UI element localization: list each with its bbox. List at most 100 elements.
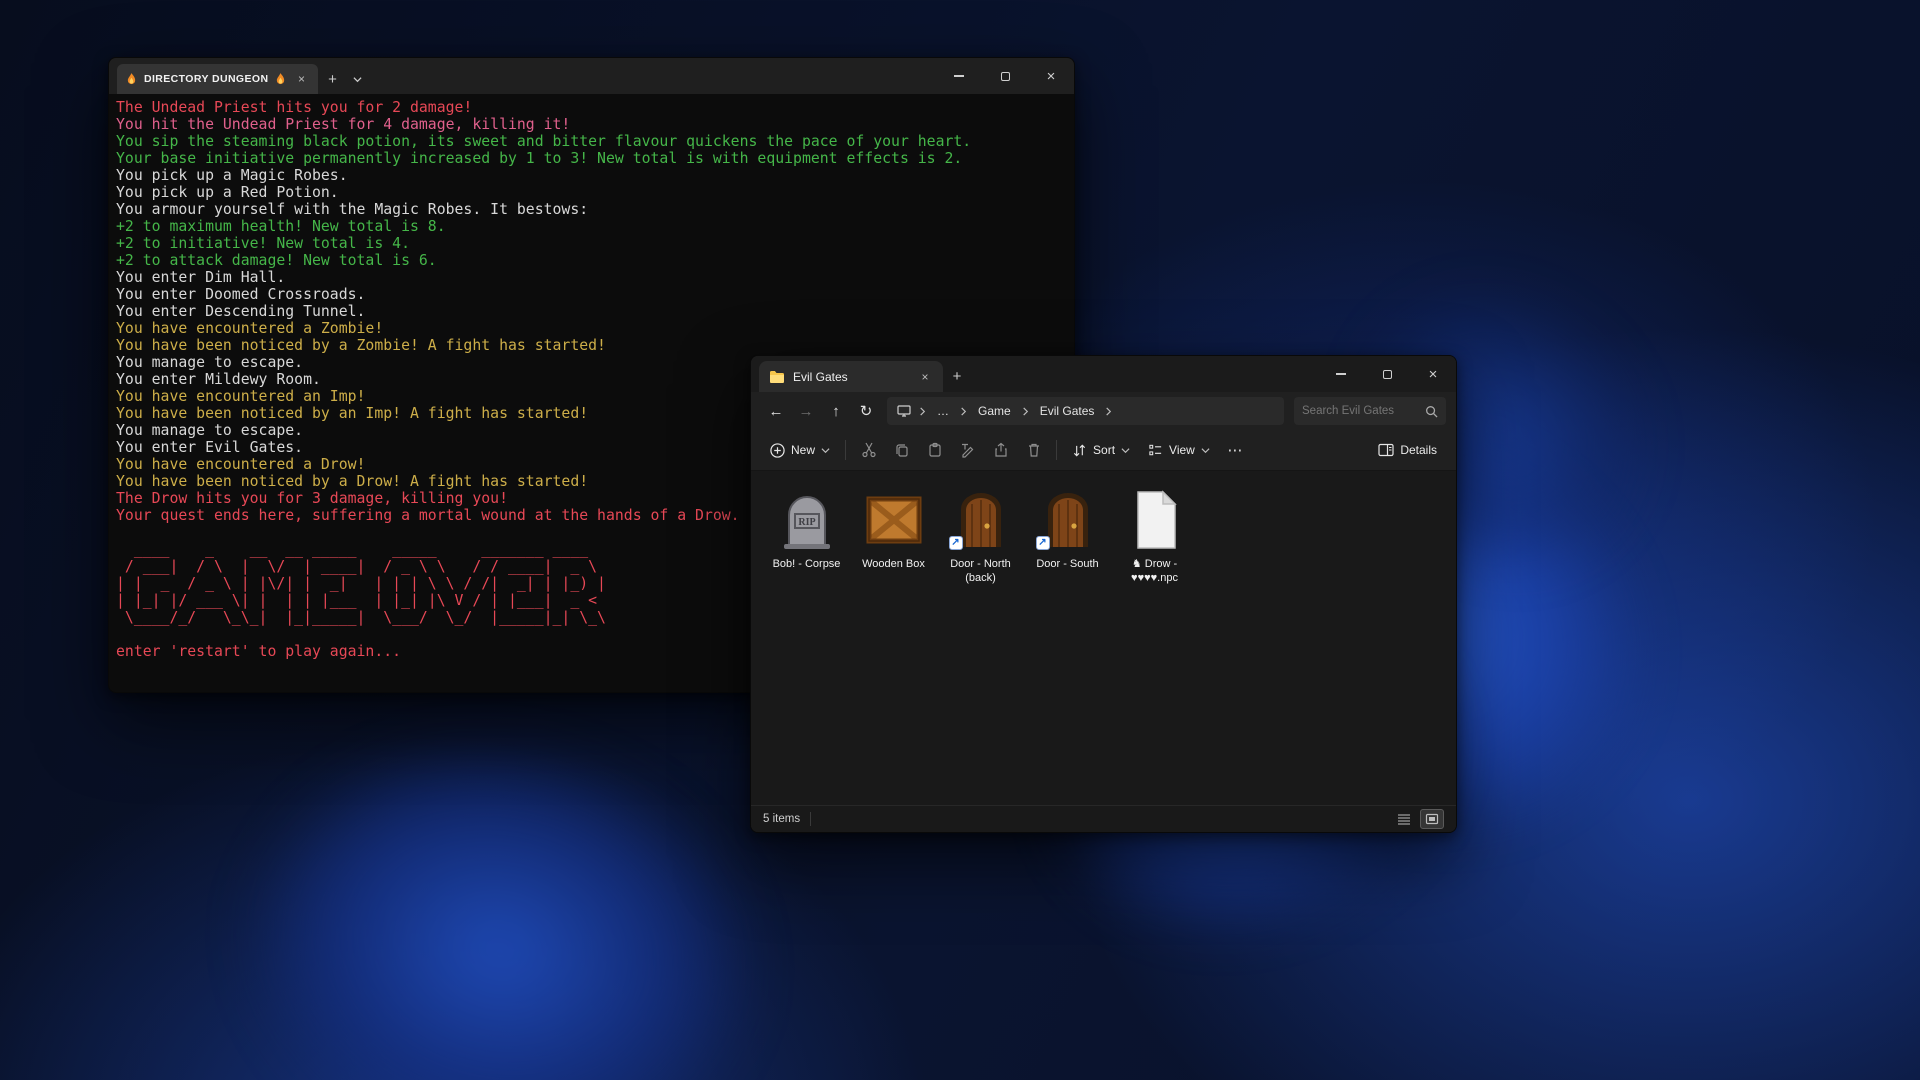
terminal-log-line: +2 to attack damage! New total is 6.: [116, 252, 1068, 269]
large-icons-view-icon: [1425, 813, 1439, 825]
this-pc-icon: [897, 405, 911, 417]
flame-icon: [275, 73, 286, 86]
refresh-button[interactable]: ↻: [851, 397, 881, 425]
explorer-tab-title: Evil Gates: [793, 370, 909, 384]
maximize-button[interactable]: [1364, 356, 1410, 392]
details-button[interactable]: Details: [1369, 437, 1446, 463]
terminal-log-line: +2 to maximum health! New total is 8.: [116, 218, 1068, 235]
terminal-log-line: You enter Dim Hall.: [116, 269, 1068, 286]
paste-button[interactable]: [918, 435, 951, 465]
crate-icon: [862, 488, 926, 552]
shortcut-arrow-icon: ↗: [1036, 536, 1050, 550]
chevron-down-icon: [1121, 446, 1130, 455]
terminal-tab[interactable]: DIRECTORY DUNGEON ×: [117, 64, 318, 94]
details-view-toggle[interactable]: [1392, 809, 1416, 829]
terminal-titlebar[interactable]: DIRECTORY DUNGEON × + ×: [109, 58, 1074, 94]
trash-icon: [1026, 442, 1042, 458]
file-icon: [1123, 488, 1187, 552]
cut-icon: [861, 442, 877, 458]
explorer-tab[interactable]: Evil Gates ×: [759, 361, 943, 392]
delete-button[interactable]: [1017, 435, 1050, 465]
rename-icon: [960, 442, 976, 458]
terminal-log-line: Your base initiative permanently increas…: [116, 150, 1068, 167]
file-item[interactable]: RIP Bob! - Corpse: [763, 481, 850, 591]
tombstone-icon: RIP: [775, 488, 839, 552]
cut-button[interactable]: [852, 435, 885, 465]
file-item-label: Door - North (back): [939, 557, 1022, 586]
explorer-navbar: ← → ↑ ↻ … Game Evil Gates: [751, 392, 1456, 430]
breadcrumb-overflow[interactable]: …: [934, 402, 952, 420]
file-item[interactable]: ↗ Door - North (back): [937, 481, 1024, 591]
view-button-label: View: [1169, 443, 1195, 457]
minimize-button[interactable]: [936, 58, 982, 94]
chevron-down-icon: [353, 75, 362, 84]
file-item[interactable]: ♞ Drow - ♥♥♥♥.npc: [1111, 481, 1198, 591]
terminal-log-line: You enter Descending Tunnel.: [116, 303, 1068, 320]
explorer-tabbar[interactable]: Evil Gates × + ×: [751, 356, 1456, 392]
items-count: 5 items: [763, 813, 800, 825]
close-button[interactable]: ×: [1410, 356, 1456, 392]
forward-button[interactable]: →: [791, 397, 821, 425]
file-item-label: ♞ Drow - ♥♥♥♥.npc: [1113, 557, 1196, 586]
statusbar-divider: [810, 812, 811, 826]
shortcut-arrow-icon: ↗: [949, 536, 963, 550]
copy-icon: [894, 442, 910, 458]
minimize-icon: [1336, 373, 1346, 375]
details-button-label: Details: [1400, 443, 1437, 457]
file-item-label: Door - South: [1036, 557, 1098, 571]
terminal-log-line: You have been noticed by a Zombie! A fig…: [116, 337, 1068, 354]
copy-button[interactable]: [885, 435, 918, 465]
up-button[interactable]: ↑: [821, 397, 851, 425]
file-grid[interactable]: RIP Bob! - Corpse Wooden Box ↗ Door - Nor…: [751, 471, 1456, 805]
close-button[interactable]: ×: [1028, 58, 1074, 94]
sort-button[interactable]: Sort: [1063, 437, 1139, 464]
search-box[interactable]: [1294, 397, 1446, 425]
svg-text:RIP: RIP: [798, 517, 815, 528]
chevron-right-icon: [1104, 407, 1113, 416]
new-tab-button[interactable]: +: [318, 64, 346, 94]
door-icon: ↗: [1036, 488, 1100, 552]
chevron-right-icon: [959, 407, 968, 416]
tab-close-icon[interactable]: ×: [293, 71, 309, 87]
rename-button[interactable]: [951, 435, 984, 465]
terminal-log-line: You pick up a Red Potion.: [116, 184, 1068, 201]
file-item-label: Wooden Box: [862, 557, 925, 571]
chevron-right-icon: [918, 407, 927, 416]
breadcrumb-segment[interactable]: Game: [975, 402, 1014, 420]
search-icon: [1425, 405, 1438, 418]
view-icon: [1148, 443, 1163, 458]
plus-circle-icon: [770, 443, 785, 458]
chevron-right-icon: [1021, 407, 1030, 416]
thumbnail-view-toggle[interactable]: [1420, 809, 1444, 829]
terminal-log-line: You have encountered a Zombie!: [116, 320, 1068, 337]
chevron-down-icon: [821, 446, 830, 455]
breadcrumb-segment[interactable]: Evil Gates: [1037, 402, 1098, 420]
file-item-label: Bob! - Corpse: [773, 557, 841, 571]
view-button[interactable]: View: [1139, 437, 1219, 464]
flame-icon: [126, 73, 137, 86]
terminal-log-line: You hit the Undead Priest for 4 damage, …: [116, 116, 1068, 133]
new-button[interactable]: New: [761, 437, 839, 464]
tab-close-icon[interactable]: ×: [917, 369, 933, 385]
maximize-button[interactable]: [982, 58, 1028, 94]
toolbar-separator: [1056, 440, 1057, 460]
folder-icon: [769, 370, 785, 384]
back-button[interactable]: ←: [761, 397, 791, 425]
door-icon: ↗: [949, 488, 1013, 552]
file-item[interactable]: Wooden Box: [850, 481, 937, 591]
terminal-log-line: You pick up a Magic Robes.: [116, 167, 1068, 184]
file-item[interactable]: ↗ Door - South: [1024, 481, 1111, 591]
terminal-log-line: The Undead Priest hits you for 2 damage!: [116, 99, 1068, 116]
search-input[interactable]: [1302, 405, 1419, 417]
desktop-wallpaper: DIRECTORY DUNGEON × + × The Undead Pries…: [0, 0, 1920, 1080]
maximize-icon: [1383, 370, 1392, 379]
explorer-toolbar: New: [751, 430, 1456, 471]
minimize-button[interactable]: [1318, 356, 1364, 392]
more-options-button[interactable]: ⋯: [1219, 435, 1252, 465]
share-button[interactable]: [984, 435, 1017, 465]
tab-dropdown-button[interactable]: [346, 64, 368, 94]
new-tab-button[interactable]: +: [943, 361, 971, 392]
breadcrumb[interactable]: … Game Evil Gates: [887, 397, 1284, 425]
maximize-icon: [1001, 72, 1010, 81]
terminal-log-line: +2 to initiative! New total is 4.: [116, 235, 1068, 252]
